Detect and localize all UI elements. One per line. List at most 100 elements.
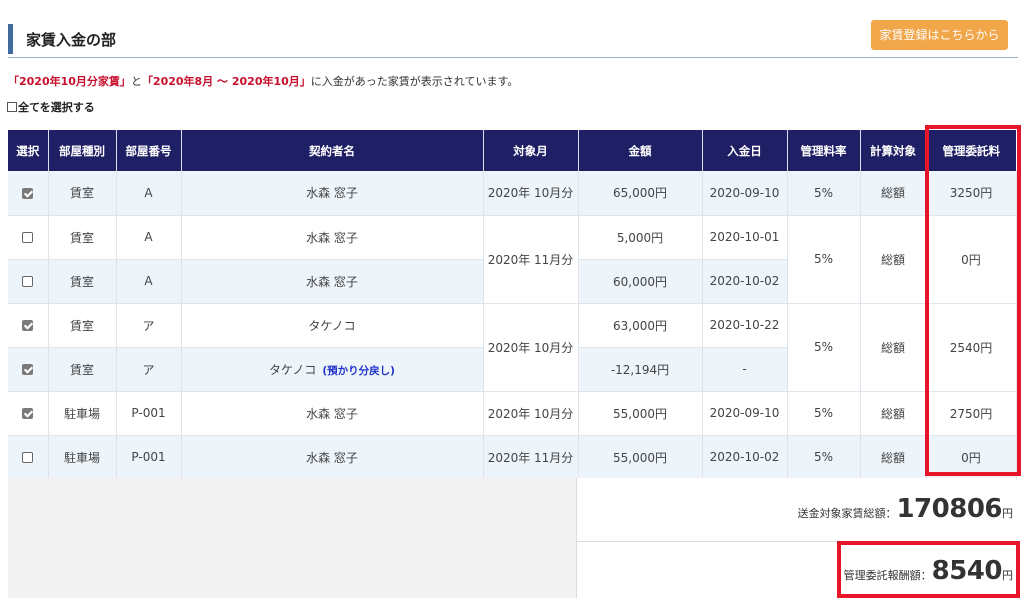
- calc-target-cell: 総額: [860, 171, 927, 216]
- notice-target-month: 「2020年10月分家賃」: [8, 75, 131, 88]
- refund-note: (預かり分戻し): [322, 364, 395, 377]
- contractor-name: タケノコ: [308, 318, 356, 333]
- room-number-cell: ア: [116, 303, 182, 348]
- calc-target-cell: 総額: [860, 303, 927, 392]
- col-header-amount: 金額: [578, 130, 703, 171]
- amount-cell: 55,000円: [578, 435, 703, 480]
- row-checkbox[interactable]: [22, 276, 34, 287]
- room-type-cell: 駐車場: [48, 435, 117, 480]
- room-number-cell: A: [116, 215, 182, 260]
- row-checkbox[interactable]: [22, 320, 34, 331]
- month-cell: 2020年 10月分: [483, 303, 579, 392]
- col-header-room-number: 部屋番号: [116, 130, 182, 171]
- management-fee-cell: 0円: [926, 435, 1017, 480]
- contractor-name: 水森 窓子: [306, 406, 358, 421]
- room-number-cell: P-001: [116, 435, 182, 480]
- row-select-cell[interactable]: [8, 391, 49, 436]
- contractor-cell: 水森 窓子: [181, 259, 484, 304]
- management-fee-summary: 管理委託報酬額：8540円: [577, 542, 1016, 598]
- month-cell: 2020年 11月分: [483, 435, 579, 480]
- paid-date-cell: 2020-10-22: [702, 303, 788, 348]
- management-fee-cell: 2540円: [926, 303, 1017, 392]
- management-fee-total-unit: 円: [1002, 569, 1013, 582]
- room-type-cell: 賃室: [48, 215, 117, 260]
- header-accent-bar: [8, 24, 13, 54]
- contractor-name: タケノコ: [269, 362, 317, 377]
- table-row: 賃室 A 水森 窓子 2020年 11月分 5,000円 2020-10-01 …: [8, 215, 1017, 304]
- row-select-cell[interactable]: [8, 435, 49, 480]
- contractor-cell: 水森 窓子: [181, 215, 484, 260]
- table-row: 駐車場 P-001 水森 窓子 2020年 11月分 55,000円 2020-…: [8, 435, 1017, 480]
- col-header-management-fee: 管理委託料: [926, 130, 1016, 171]
- row-select-cell[interactable]: [8, 259, 49, 304]
- paid-date-cell: 2020-10-02: [702, 259, 788, 304]
- select-all-label: 全てを選択する: [18, 101, 95, 114]
- notice-suffix: に入金があった家賃が表示されています。: [310, 75, 519, 88]
- table-row: 賃室 A 水森 窓子 2020年 10月分 65,000円 2020-09-10…: [8, 171, 1017, 216]
- amount-cell: 5,000円: [578, 215, 703, 260]
- table-row: 賃室 ア タケノコ 2020年 10月分 63,000円 2020-10-22 …: [8, 303, 1017, 392]
- management-fee-cell: 0円: [926, 215, 1017, 304]
- total-rent-line: 送金対象家賃総額：170806円: [797, 494, 1013, 524]
- row-checkbox[interactable]: [22, 408, 34, 419]
- total-rent-summary: 送金対象家賃総額：170806円: [577, 478, 1016, 542]
- notice-period: 「2020年8月 ～ 2020年10月」: [141, 75, 311, 88]
- contractor-cell: 水森 窓子: [181, 391, 484, 436]
- room-type-cell: 賃室: [48, 171, 117, 216]
- col-header-paid-date: 入金日: [702, 130, 788, 171]
- paid-date-cell: 2020-10-01: [702, 215, 788, 260]
- paid-date-cell: 2020-09-10: [702, 171, 788, 216]
- contractor-cell: 水森 窓子: [181, 171, 484, 216]
- amount-cell: 60,000円: [578, 259, 703, 304]
- contractor-name: 水森 窓子: [306, 186, 358, 201]
- amount-cell: 63,000円: [578, 303, 703, 348]
- row-select-cell[interactable]: [8, 347, 49, 392]
- fee-rate-cell: 5%: [787, 391, 861, 436]
- row-select-cell[interactable]: [8, 171, 49, 216]
- contractor-cell: 水森 窓子: [181, 435, 484, 480]
- paid-date-cell: 2020-10-02: [702, 435, 788, 480]
- management-fee-cell: 3250円: [926, 171, 1017, 216]
- amount-cell: 65,000円: [578, 171, 703, 216]
- management-fee-total-label: 管理委託報酬額：: [843, 569, 932, 582]
- select-all[interactable]: 全てを選択する: [7, 99, 95, 115]
- notice-text: 「2020年10月分家賃」と「2020年8月 ～ 2020年10月」に入金があっ…: [8, 73, 518, 89]
- row-select-cell[interactable]: [8, 303, 49, 348]
- register-rent-button[interactable]: 家賃登録はこちらから: [871, 20, 1008, 50]
- row-checkbox[interactable]: [22, 452, 34, 463]
- page-title: 家賃入金の部: [26, 31, 117, 49]
- row-select-cell[interactable]: [8, 215, 49, 260]
- col-header-contractor: 契約者名: [181, 130, 484, 171]
- room-type-cell: 賃室: [48, 347, 117, 392]
- total-rent-value: 170806: [896, 494, 1002, 524]
- management-fee-line: 管理委託報酬額：8540円: [844, 556, 1013, 586]
- month-cell: 2020年 10月分: [483, 391, 579, 436]
- row-checkbox[interactable]: [22, 232, 34, 243]
- management-fee-total-value: 8540: [931, 556, 1003, 586]
- paid-date-cell: -: [702, 347, 788, 392]
- calc-target-cell: 総額: [860, 215, 927, 304]
- amount-cell: 55,000円: [578, 391, 703, 436]
- row-checkbox[interactable]: [22, 364, 34, 375]
- total-rent-label: 送金対象家賃総額：: [797, 507, 897, 520]
- select-all-checkbox[interactable]: [7, 102, 17, 112]
- contractor-name: 水森 窓子: [306, 274, 358, 289]
- notice-connector: と: [130, 75, 142, 88]
- contractor-name: 水森 窓子: [306, 450, 358, 465]
- month-cell: 2020年 10月分: [483, 171, 579, 216]
- col-header-fee-rate: 管理料率: [787, 130, 861, 171]
- room-number-cell: ア: [116, 347, 182, 392]
- room-number-cell: A: [116, 171, 182, 216]
- month-cell: 2020年 11月分: [483, 215, 579, 304]
- room-number-cell: P-001: [116, 391, 182, 436]
- rent-payment-table: 選択 部屋種別 部屋番号 契約者名 対象月 金額 入金日 管理料率 計算対象 管…: [8, 130, 1017, 480]
- paid-date-cell: 2020-09-10: [702, 391, 788, 436]
- calc-target-cell: 総額: [860, 391, 927, 436]
- room-type-cell: 駐車場: [48, 391, 117, 436]
- fee-rate-cell: 5%: [787, 171, 861, 216]
- room-type-cell: 賃室: [48, 303, 117, 348]
- row-checkbox[interactable]: [22, 187, 34, 199]
- fee-rate-cell: 5%: [787, 435, 861, 480]
- room-number-cell: A: [116, 259, 182, 304]
- contractor-cell: タケノコ (預かり分戻し): [181, 347, 484, 392]
